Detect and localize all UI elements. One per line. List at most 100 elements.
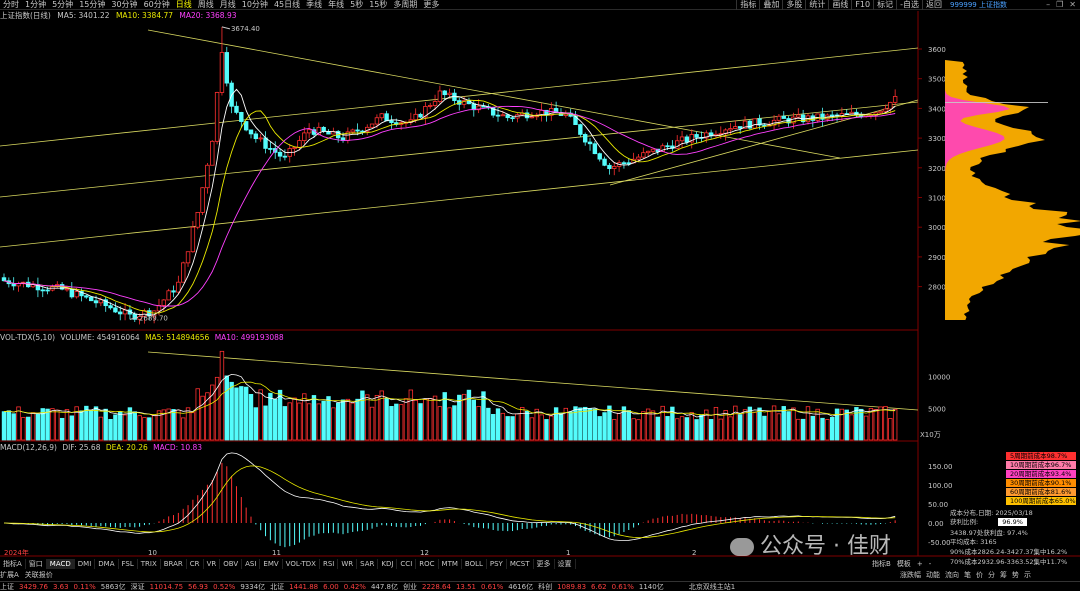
candle-body-54 <box>263 137 268 149</box>
vol-bar-61 <box>297 402 302 441</box>
vol-bar-5 <box>26 416 31 441</box>
status-2-name: 北证 <box>270 583 285 591</box>
indicator-tab-13[interactable]: VOL-TDX <box>283 559 320 569</box>
bottom-left-0[interactable]: 扩展A <box>0 571 19 579</box>
candle-body-73 <box>355 129 360 132</box>
vol-bar-155 <box>752 411 757 441</box>
status-3-value: 2228.64 <box>422 583 451 591</box>
indicator-tab-4[interactable]: DMA <box>95 559 119 569</box>
vol-bar-103 <box>500 412 506 441</box>
indicator-tab-3[interactable]: DMI <box>75 559 96 569</box>
right-bottom2-1[interactable]: 动能 <box>926 571 940 579</box>
right-bottom-0[interactable]: 指标B <box>872 560 891 568</box>
candle-body-133 <box>645 150 651 154</box>
right-bottom2-4[interactable]: 价 <box>976 571 983 579</box>
right-bottom2-3[interactable]: 笔 <box>964 571 971 579</box>
right-bottom2-7[interactable]: 势 <box>1012 571 1019 579</box>
vol-bar-177 <box>859 408 864 441</box>
status-3-name: 创业 <box>403 583 417 591</box>
macd-line-1 <box>3 465 896 538</box>
vol-bar-172 <box>834 408 840 441</box>
vol-bar-182 <box>883 405 888 441</box>
candle-body-79 <box>384 113 389 122</box>
vol-bar-184 <box>892 408 898 441</box>
right-bottom-1[interactable]: 模板 <box>897 560 911 568</box>
right-bottom2-8[interactable]: 示 <box>1024 571 1031 579</box>
candle-body-171 <box>829 114 835 117</box>
vol-bar-4 <box>21 416 26 441</box>
indicator-tab-21[interactable]: BOLL <box>462 559 487 569</box>
date-label-0: 2024年 <box>4 548 29 557</box>
indicator-tab-5[interactable]: FSL <box>119 559 138 569</box>
vol-bar-135 <box>655 416 661 441</box>
price-label-4: 3200 <box>928 165 946 173</box>
kline-chart[interactable]: 3600 3500 3400 3300 3200 3100 3000 2900 2800 3674… <box>0 0 1080 591</box>
status-4-value: 1089.83 <box>557 583 587 591</box>
indicator-tab-2[interactable]: MACD <box>46 559 75 569</box>
right-bottom2-6[interactable]: 筹 <box>1000 571 1007 579</box>
candle-body-141 <box>684 136 690 143</box>
vol-bar-111 <box>539 414 544 441</box>
vol-bar-152 <box>737 414 743 441</box>
candle-body-15 <box>74 291 79 298</box>
vol-bar-108 <box>524 410 530 441</box>
indicator-tab-0[interactable]: 指标A <box>0 559 26 569</box>
indicator-tab-12[interactable]: EMV <box>260 559 283 569</box>
indicator-tab-18[interactable]: CCI <box>397 559 417 569</box>
vol-trend-line <box>147 351 919 411</box>
indicator-tab-14[interactable]: RSI <box>320 559 339 569</box>
candle-body-50 <box>243 121 249 131</box>
candle-body-24 <box>118 311 123 315</box>
right-bottom-2[interactable]: + <box>917 560 923 568</box>
candle-body-122 <box>592 143 598 155</box>
right-bottom2-5[interactable]: 分 <box>988 571 995 579</box>
indicator-tab-22[interactable]: PSY <box>487 559 507 569</box>
indicator-tab-17[interactable]: KDJ <box>378 559 398 569</box>
indicator-tab-23[interactable]: MCST <box>507 559 534 569</box>
candle-body-184 <box>892 96 898 103</box>
macd-label-2: 50.00 <box>928 501 948 509</box>
status-3-pct: 0.61% <box>481 583 504 591</box>
vol-bar-93 <box>452 405 457 441</box>
status-4-name: 科创 <box>538 583 553 591</box>
vol-bar-96 <box>466 389 472 441</box>
candle-body-9 <box>45 289 50 292</box>
right-bottom2-2[interactable]: 流向 <box>945 571 959 579</box>
candle-body-55 <box>268 148 273 150</box>
indicator-tab-24[interactable]: 更多 <box>534 559 555 569</box>
right-bottom-3[interactable]: - <box>929 560 932 568</box>
indicator-tab-1[interactable]: 窗口 <box>26 559 47 569</box>
vol-bar-104 <box>505 416 510 441</box>
vol-bar-24 <box>118 411 123 441</box>
vol-bar-0 <box>1 411 7 441</box>
indicator-tab-16[interactable]: SAR <box>357 559 379 569</box>
indicator-tab-10[interactable]: OBV <box>220 559 243 569</box>
right-bottom-bar: 指标B 模板 + - <box>872 559 937 569</box>
vol-bar-46 <box>224 375 229 441</box>
watermark: 公众号 · 佳财 <box>730 528 891 560</box>
indicator-tab-25[interactable]: 设置 <box>555 559 576 569</box>
indicator-tab-7[interactable]: BRAR <box>161 559 187 569</box>
right-bottom2-0[interactable]: 涨跌幅 <box>900 571 921 579</box>
macd-label-4: -50.00 <box>928 539 951 547</box>
vol-bar-18 <box>88 409 94 441</box>
bottom-left-1[interactable]: 关联报价 <box>25 571 53 579</box>
indicator-tab-8[interactable]: CR <box>187 559 204 569</box>
candle-body-14 <box>69 288 75 298</box>
indicator-tab-6[interactable]: TRIX <box>138 559 161 569</box>
status-2-pct: 0.42% <box>343 583 366 591</box>
indicator-tab-20[interactable]: MTM <box>439 559 462 569</box>
candle-body-13 <box>64 288 70 291</box>
candle-body-161 <box>781 115 786 119</box>
vol-bar-68 <box>331 407 336 441</box>
status-2-value: 1441.88 <box>289 583 319 591</box>
cost-legend-item-4: 60周期前成本81.6% <box>1006 488 1076 496</box>
indicator-tab-9[interactable]: VR <box>204 559 221 569</box>
indicator-tab-19[interactable]: ROC <box>416 559 439 569</box>
right-bottom-bar2: 涨跌幅 动能 流向笔价分筹势示 <box>900 570 1036 580</box>
indicator-tab-15[interactable]: WR <box>338 559 358 569</box>
indicator-tab-11[interactable]: ASI <box>242 559 261 569</box>
trend-line-2 <box>0 149 919 248</box>
status-1-name: 深证 <box>130 583 145 591</box>
candle-body-131 <box>636 156 641 160</box>
